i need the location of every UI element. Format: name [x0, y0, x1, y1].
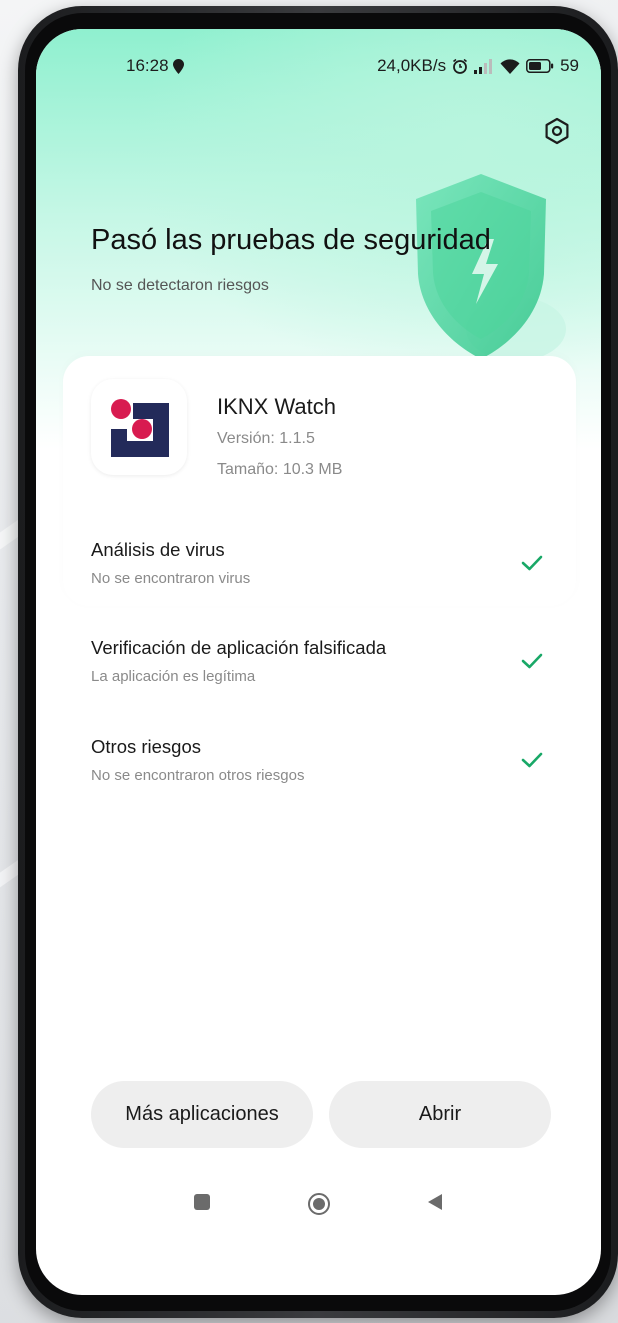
- shield-illustration: [406, 154, 576, 374]
- alarm-icon: [452, 58, 468, 74]
- status-time: 16:28: [126, 56, 169, 75]
- location-icon: [172, 58, 184, 74]
- page-subtitle: No se detectaron riesgos: [91, 277, 269, 294]
- wifi-icon: [500, 58, 520, 74]
- recents-icon[interactable]: [192, 1192, 212, 1217]
- app-size: Tamaño: 10.3 MB: [217, 461, 343, 478]
- check-icon: [521, 554, 543, 572]
- check-subtitle: No se encontraron virus: [91, 570, 251, 587]
- battery-icon: [526, 59, 554, 73]
- check-title: Otros riesgos: [91, 736, 202, 757]
- more-apps-button[interactable]: Más aplicaciones: [91, 1081, 313, 1148]
- check-title: Verificación de aplicación falsificada: [91, 637, 387, 658]
- signal-icon: [474, 58, 494, 74]
- check-item-fake-app: Verificación de aplicación falsificada L…: [91, 637, 551, 685]
- status-indicators: 24,0KB/s 59: [377, 56, 579, 76]
- gear-icon[interactable]: [543, 117, 571, 145]
- back-icon[interactable]: [425, 1192, 445, 1217]
- app-logo: [91, 379, 187, 475]
- app-name: IKNX Watch: [217, 394, 336, 419]
- check-icon: [521, 652, 543, 670]
- status-time-group: 16:28: [126, 56, 184, 76]
- status-bar: 16:28 24,0KB/s 59: [36, 29, 601, 89]
- check-subtitle: No se encontraron otros riesgos: [91, 767, 305, 784]
- home-icon[interactable]: [307, 1192, 331, 1221]
- check-subtitle: La aplicación es legítima: [91, 668, 256, 685]
- check-item-virus: Análisis de virus No se encontraron viru…: [91, 539, 551, 587]
- check-title: Análisis de virus: [91, 539, 225, 560]
- page-title: Pasó las pruebas de seguridad: [91, 224, 491, 256]
- network-speed: 24,0KB/s: [377, 56, 447, 75]
- check-item-other-risks: Otros riesgos No se encontraron otros ri…: [91, 736, 551, 784]
- app-version: Versión: 1.1.5: [217, 430, 315, 447]
- check-icon: [521, 751, 543, 769]
- phone-frame: 16:28 24,0KB/s 59 Pasó las pruebas de se…: [18, 6, 618, 1318]
- battery-level: 59: [560, 56, 579, 75]
- phone-screen: 16:28 24,0KB/s 59 Pasó las pruebas de se…: [36, 29, 601, 1295]
- open-button[interactable]: Abrir: [329, 1081, 551, 1148]
